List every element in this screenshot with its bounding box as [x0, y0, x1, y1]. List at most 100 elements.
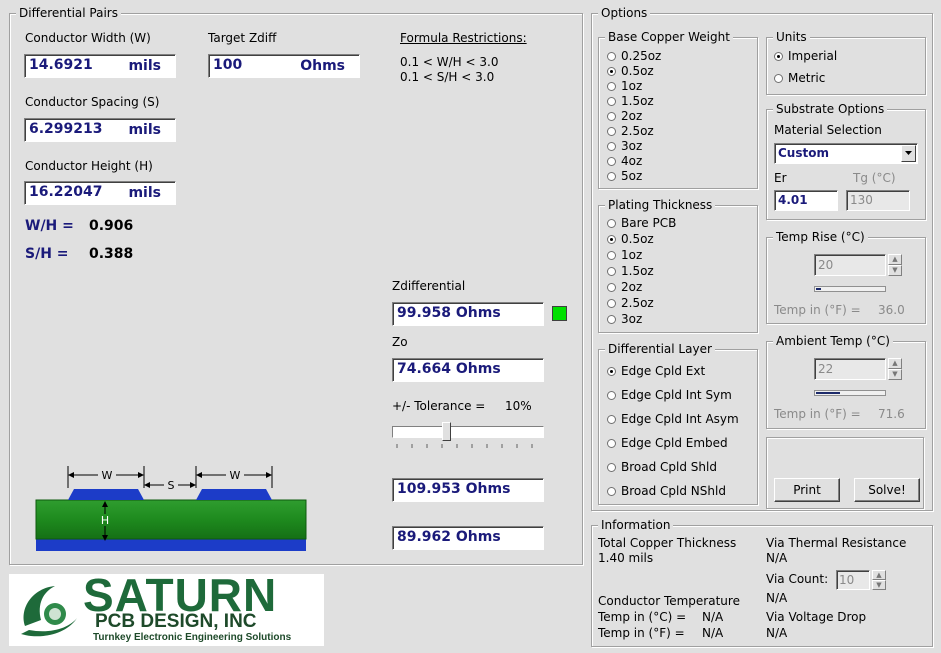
radio-button-icon[interactable] — [607, 251, 616, 260]
radio-button-icon[interactable] — [607, 267, 616, 276]
copper-weight-option[interactable]: 2.5oz — [607, 124, 654, 139]
radio-button-icon[interactable] — [607, 127, 616, 136]
diff-layer-option[interactable]: Broad Cpld Shld — [607, 460, 717, 475]
temp-rise-input[interactable]: 20 — [814, 254, 886, 276]
zo-label: Zo — [392, 335, 408, 349]
information-title: Information — [598, 518, 674, 532]
material-select[interactable]: Custom — [774, 143, 918, 164]
conductor-width-unit: mils — [128, 58, 161, 74]
radio-button-icon[interactable] — [607, 112, 616, 121]
diagram-h-label: H — [101, 514, 109, 527]
diff-layer-option[interactable]: Edge Cpld Int Asym — [607, 412, 739, 427]
radio-button-icon[interactable] — [607, 52, 616, 61]
radio-button-icon[interactable] — [607, 157, 616, 166]
radio-button-icon[interactable] — [607, 463, 616, 472]
target-zdiff-input[interactable]: 100 Ohms — [208, 54, 360, 78]
spin-down-icon[interactable]: ▼ — [888, 265, 902, 276]
copper-weight-title: Base Copper Weight — [605, 30, 733, 44]
tolerance-slider-ticks — [396, 444, 533, 448]
copper-weight-option[interactable]: 2oz — [607, 109, 642, 124]
radio-button-icon[interactable] — [607, 82, 616, 91]
units-option[interactable]: Imperial — [774, 49, 837, 64]
plating-option[interactable]: 1.5oz — [607, 264, 654, 279]
logo-tagline: Turnkey Electronic Engineering Solutions — [93, 632, 292, 643]
temp-rise-f-value: 36.0 — [878, 303, 905, 317]
copper-weight-option[interactable]: 1.5oz — [607, 94, 654, 109]
radio-button-icon[interactable] — [774, 74, 783, 83]
radio-button-icon[interactable] — [607, 142, 616, 151]
conductor-width-input[interactable]: 14.6921 mils — [24, 54, 176, 78]
radio-button-icon[interactable] — [607, 67, 616, 76]
spin-up-icon[interactable]: ▲ — [872, 570, 886, 580]
plating-option-label: 2.5oz — [621, 296, 654, 310]
radio-button-icon[interactable] — [607, 283, 616, 292]
radio-button-icon[interactable] — [607, 487, 616, 496]
copper-weight-option[interactable]: 0.5oz — [607, 64, 654, 79]
plating-option[interactable]: 2.5oz — [607, 296, 654, 311]
tolerance-slider-thumb[interactable] — [442, 422, 451, 441]
radio-button-icon[interactable] — [607, 172, 616, 181]
plating-option[interactable]: 0.5oz — [607, 232, 654, 247]
diff-layer-option[interactable]: Broad Cpld NShld — [607, 484, 726, 499]
upper-limit-output: 109.953 Ohms — [392, 478, 544, 502]
spin-up-icon[interactable]: ▲ — [888, 254, 902, 265]
zo-output: 74.664 Ohms — [392, 358, 544, 382]
copper-weight-option[interactable]: 5oz — [607, 169, 642, 184]
er-input[interactable]: 4.01 — [774, 190, 838, 211]
plating-option[interactable]: Bare PCB — [607, 216, 676, 231]
differential-pair-diagram: W S W H — [35, 466, 307, 551]
plating-option-label: 1oz — [621, 248, 643, 262]
temp-f-label: Temp in (°F) = — [598, 626, 685, 640]
copper-weight-option[interactable]: 4oz — [607, 154, 642, 169]
lower-limit-value: 89.962 Ohms — [397, 529, 501, 545]
radio-button-icon[interactable] — [607, 391, 616, 400]
conductor-height-value: 16.22047 — [29, 184, 103, 200]
zdifferential-output: 99.958 Ohms — [392, 302, 544, 326]
diff-layer-option[interactable]: Edge Cpld Int Sym — [607, 388, 732, 403]
plating-option[interactable]: 1oz — [607, 248, 642, 263]
temp-c-label: Temp in (°C) = — [598, 610, 687, 624]
copper-weight-option[interactable]: 1oz — [607, 79, 642, 94]
copper-weight-option[interactable]: 0.25oz — [607, 49, 661, 64]
sh-ratio-value: 0.388 — [89, 246, 134, 262]
plating-option[interactable]: 3oz — [607, 312, 642, 327]
via-count-input[interactable]: 10 — [836, 570, 870, 590]
material-dropdown-button[interactable] — [901, 145, 916, 162]
spin-down-icon[interactable]: ▼ — [872, 580, 886, 590]
ambient-temp-input[interactable]: 22 — [814, 358, 886, 380]
diff-layer-option[interactable]: Edge Cpld Embed — [607, 436, 728, 451]
plating-option[interactable]: 2oz — [607, 280, 642, 295]
radio-button-icon[interactable] — [607, 235, 616, 244]
radio-button-icon[interactable] — [607, 367, 616, 376]
units-option[interactable]: Metric — [774, 71, 825, 86]
radio-button-icon[interactable] — [607, 97, 616, 106]
via-thermal-label: Via Thermal Resistance — [766, 536, 907, 550]
spin-down-icon[interactable]: ▼ — [888, 369, 902, 380]
temp-rise-spinner[interactable]: ▲ ▼ — [888, 254, 902, 276]
print-button[interactable]: Print — [774, 478, 840, 502]
radio-button-icon[interactable] — [607, 219, 616, 228]
radio-button-icon[interactable] — [607, 415, 616, 424]
diff-layer-option[interactable]: Edge Cpld Ext — [607, 364, 705, 379]
via-thermal-value: N/A — [766, 551, 788, 565]
solve-button[interactable]: Solve! — [854, 478, 920, 502]
saturn-swoosh-icon — [21, 586, 77, 637]
via-voltage-label: Via Voltage Drop — [766, 610, 867, 624]
zdifferential-label: Zdifferential — [392, 279, 466, 293]
radio-button-icon[interactable] — [607, 439, 616, 448]
temp-f-value: N/A — [702, 626, 724, 640]
copper-weight-option[interactable]: 3oz — [607, 139, 642, 154]
conductor-height-input[interactable]: 16.22047 mils — [24, 181, 176, 205]
radio-button-icon[interactable] — [774, 52, 783, 61]
ambient-temp-spinner[interactable]: ▲ ▼ — [888, 358, 902, 380]
radio-button-icon[interactable] — [607, 315, 616, 324]
conductor-spacing-input[interactable]: 6.299213 mils — [24, 118, 176, 142]
tolerance-slider[interactable] — [392, 422, 544, 452]
conductor-width-value: 14.6921 — [29, 57, 93, 73]
ground-plane — [36, 538, 306, 551]
via-count-spinner[interactable]: ▲ ▼ — [872, 570, 886, 590]
copper-weight-option-label: 0.5oz — [621, 64, 654, 78]
radio-button-icon[interactable] — [607, 299, 616, 308]
temp-c-value: N/A — [702, 610, 724, 624]
spin-up-icon[interactable]: ▲ — [888, 358, 902, 369]
